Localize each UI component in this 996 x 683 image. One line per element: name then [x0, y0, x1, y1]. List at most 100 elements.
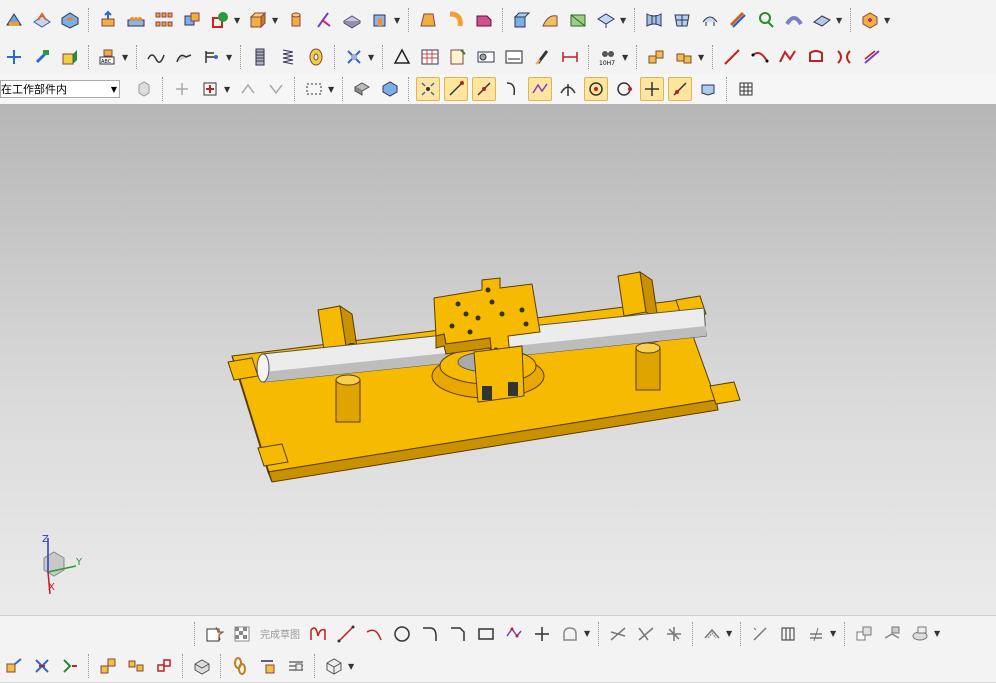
table-icon[interactable]	[418, 45, 442, 69]
dropdown-arrow-icon[interactable]: ▼	[328, 85, 336, 94]
shape-icon[interactable]	[558, 622, 582, 646]
dropdown-arrow-icon[interactable]: ▼	[394, 16, 402, 25]
array-icon[interactable]	[152, 8, 176, 32]
line-sketch-icon[interactable]	[334, 622, 358, 646]
explode-icon[interactable]	[256, 654, 280, 678]
draft-icon[interactable]	[416, 8, 440, 32]
sheet-icon[interactable]	[446, 45, 470, 69]
grid-icon[interactable]	[734, 77, 758, 101]
rectangle-icon[interactable]	[474, 622, 498, 646]
tolerance-icon[interactable]	[558, 45, 582, 69]
angle-icon[interactable]	[556, 77, 580, 101]
assembly-icon[interactable]	[782, 8, 806, 32]
convert-icon[interactable]	[908, 622, 932, 646]
snap-edge-icon[interactable]	[472, 77, 496, 101]
mirror-curve-icon[interactable]	[832, 45, 856, 69]
dropdown-arrow-icon[interactable]: ▼	[698, 53, 706, 62]
extend-icon[interactable]	[634, 622, 658, 646]
arc-icon[interactable]	[748, 45, 772, 69]
surface-icon[interactable]	[538, 8, 562, 32]
snap-rotate-icon[interactable]	[264, 77, 288, 101]
filter-icon[interactable]	[378, 77, 402, 101]
line-icon[interactable]	[720, 45, 744, 69]
pattern-feature-icon[interactable]	[124, 8, 148, 32]
dropdown-arrow-icon[interactable]: ▼	[836, 16, 844, 25]
ruler-icon[interactable]	[530, 45, 554, 69]
bar-icon[interactable]	[200, 45, 224, 69]
sketch-icon[interactable]	[208, 8, 232, 32]
dropdown-arrow-icon[interactable]: ▼	[884, 16, 892, 25]
tool-icon[interactable]	[342, 45, 366, 69]
studio-surface-icon[interactable]	[670, 8, 694, 32]
offset-icon[interactable]	[700, 622, 724, 646]
dropdown-arrow-icon[interactable]: ▼	[620, 16, 628, 25]
component-icon[interactable]	[644, 45, 668, 69]
dropdown-arrow-icon[interactable]: ▼	[584, 629, 592, 638]
dropdown-arrow-icon[interactable]: ▼	[122, 53, 130, 62]
wave-icon[interactable]	[144, 45, 168, 69]
dropdown-arrow-icon[interactable]: ▼	[830, 629, 838, 638]
sweep-icon[interactable]	[444, 8, 468, 32]
shell-icon[interactable]	[58, 8, 82, 32]
tangent-icon[interactable]	[668, 77, 692, 101]
graphics-viewport[interactable]: Z Y X	[0, 104, 996, 615]
circle-icon[interactable]	[390, 622, 414, 646]
dropdown-arrow-icon[interactable]: ▼	[368, 53, 376, 62]
component-add-icon[interactable]	[672, 45, 696, 69]
freeform-icon[interactable]	[810, 8, 834, 32]
dropdown-arrow-icon[interactable]: ▼	[622, 53, 630, 62]
snap-point-icon[interactable]	[416, 77, 440, 101]
bounded-plane-icon[interactable]	[566, 8, 590, 32]
note-icon[interactable]	[502, 45, 526, 69]
morph-icon[interactable]	[754, 8, 778, 32]
constraint-link-icon[interactable]	[228, 654, 252, 678]
analysis-icon[interactable]	[726, 8, 750, 32]
face-icon[interactable]	[696, 77, 720, 101]
replace-icon[interactable]	[152, 654, 176, 678]
dropdown-arrow-icon[interactable]: ▼	[934, 629, 942, 638]
outline-icon[interactable]	[804, 45, 828, 69]
fit-tolerance-icon[interactable]: 10H7	[596, 45, 620, 69]
pattern-icon[interactable]	[776, 622, 800, 646]
spline-icon[interactable]	[776, 45, 800, 69]
rectangle-select-icon[interactable]	[302, 77, 326, 101]
dropdown-arrow-icon[interactable]: ▼	[726, 629, 734, 638]
show-constraints-icon[interactable]	[880, 622, 904, 646]
joint-icon[interactable]	[30, 654, 54, 678]
offset-face-icon[interactable]	[30, 8, 54, 32]
dropdown-arrow-icon[interactable]: ▼	[348, 662, 356, 671]
center-icon[interactable]	[584, 77, 608, 101]
assembly-sequence-icon[interactable]	[96, 654, 120, 678]
fixture-model[interactable]	[0, 104, 996, 615]
thread-icon[interactable]	[248, 45, 272, 69]
finish-sketch-label[interactable]: 完成草图	[260, 626, 300, 641]
orient-icon[interactable]	[198, 77, 222, 101]
through-curves-icon[interactable]	[594, 8, 618, 32]
mesh-icon[interactable]	[642, 8, 666, 32]
package-icon[interactable]	[322, 654, 346, 678]
text-icon[interactable]: ABC	[96, 45, 120, 69]
curve-rule-icon[interactable]	[500, 77, 524, 101]
dropdown-arrow-icon[interactable]: ▼	[272, 16, 280, 25]
move-icon[interactable]	[170, 77, 194, 101]
dropdown-arrow-icon[interactable]: ▼	[224, 85, 232, 94]
law-extension-icon[interactable]	[698, 8, 722, 32]
quadrant-icon[interactable]	[612, 77, 636, 101]
measure-icon[interactable]	[58, 45, 82, 69]
offset-curve-icon[interactable]	[860, 45, 884, 69]
component-array-icon[interactable]	[124, 654, 148, 678]
component-assembly-icon[interactable]	[858, 8, 882, 32]
plus-icon[interactable]	[640, 77, 664, 101]
show-icon[interactable]	[350, 77, 374, 101]
hammer-icon[interactable]	[30, 45, 54, 69]
corner-icon[interactable]	[662, 622, 686, 646]
gdt-icon[interactable]	[474, 45, 498, 69]
arc-sketch-icon[interactable]	[362, 622, 386, 646]
scope-select[interactable]: 在工作部件内 ▼	[0, 80, 120, 98]
chamfer-sketch-icon[interactable]	[446, 622, 470, 646]
block-icon[interactable]	[246, 8, 270, 32]
extrude-icon[interactable]	[96, 8, 120, 32]
view-icon[interactable]	[2, 654, 26, 678]
thicken-icon[interactable]	[340, 8, 364, 32]
move-face-icon[interactable]	[2, 45, 26, 69]
